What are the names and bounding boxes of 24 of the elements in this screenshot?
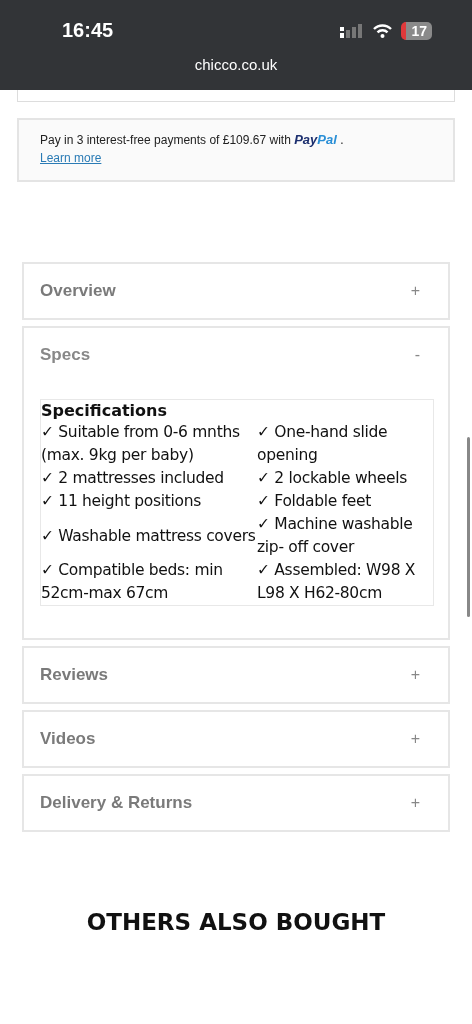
battery-level: 17 [401, 21, 432, 40]
spec-item: ✓ Machine washable zip- off cover [257, 514, 414, 558]
spec-item: ✓ One-hand slide opening [257, 422, 389, 466]
wifi-icon [373, 23, 393, 38]
clock-time: 16:45 [62, 19, 114, 42]
spec-item: ✓ Washable mattress covers [41, 525, 257, 547]
accordion-header[interactable]: Overview + [24, 264, 448, 318]
spec-item: ✓ 2 mattresses included [41, 468, 225, 489]
spec-item: ✓ 11 height positions [41, 491, 203, 512]
spec-item: ✓ Assembled: W98 X L98 X H62-80cm [257, 560, 417, 604]
accordion-header[interactable]: Reviews + [24, 648, 448, 702]
accordion-header[interactable]: Delivery & Returns + [24, 776, 448, 830]
learn-more-link[interactable]: Learn more [40, 150, 102, 166]
accordion-header[interactable]: Specs - [24, 328, 448, 382]
payment-message: Pay in 3 interest-free payments of £109.67 with PayPal . [40, 132, 345, 148]
spec-item: ✓ 2 lockable wheels [257, 468, 409, 489]
spec-item: ✓ Foldable feet [257, 491, 373, 512]
specs-heading: Specifications [41, 400, 168, 421]
spec-item: ✓ Suitable from 0-6 mnths (max. 9kg per baby) [41, 422, 241, 466]
signal-icon [340, 23, 365, 38]
spec-item: ✓ Compatible beds: min 52cm-max 67cm [41, 560, 224, 604]
url-text: chicco.co.uk [194, 56, 278, 73]
accordion-header[interactable]: Videos + [24, 712, 448, 766]
section-title: OTHERS ALSO BOUGHT [85, 909, 387, 935]
